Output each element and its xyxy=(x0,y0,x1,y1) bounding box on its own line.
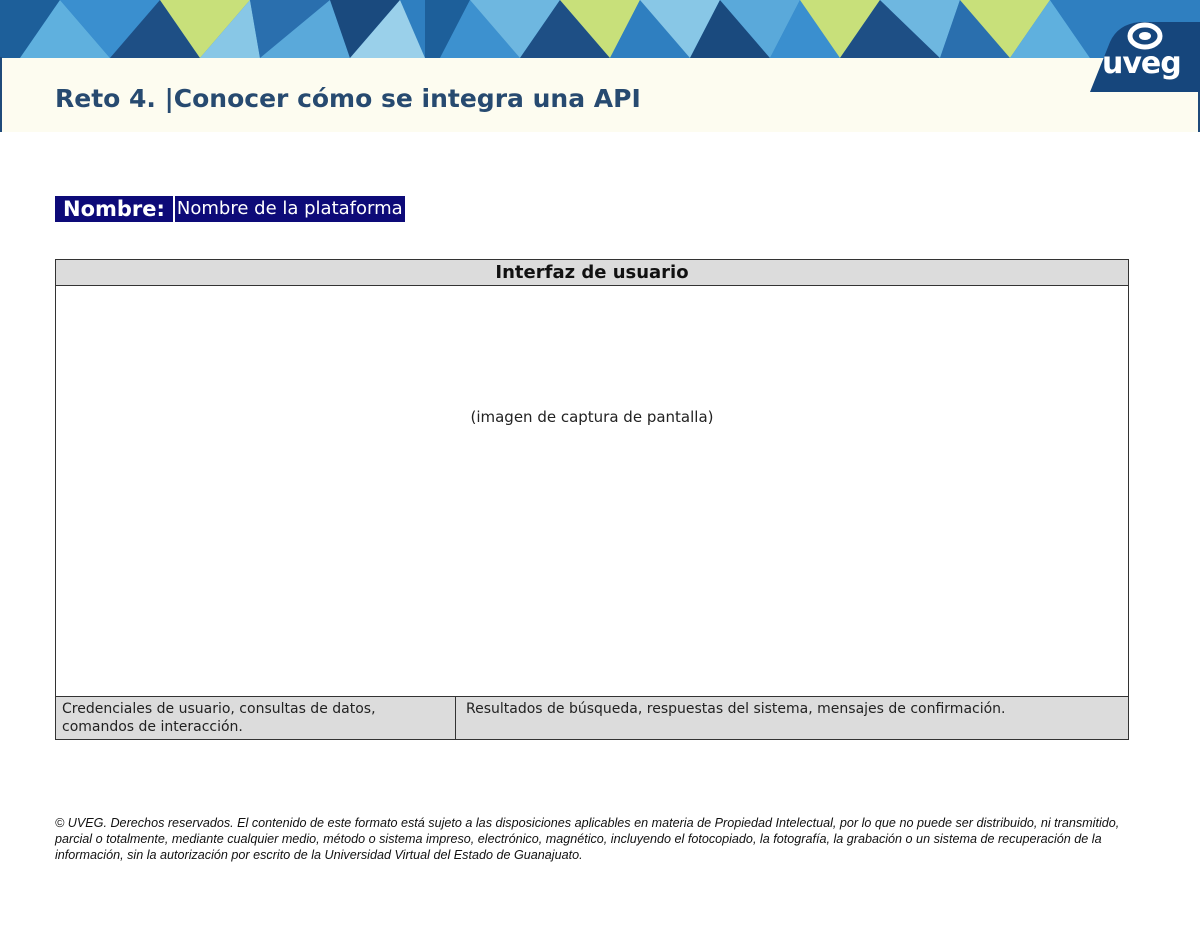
logo-wordmark: uveg xyxy=(1102,46,1182,81)
banner-left-edge xyxy=(0,57,2,132)
table-header: Interfaz de usuario xyxy=(55,259,1129,286)
outputs-cell[interactable]: Resultados de búsqueda, respuestas del s… xyxy=(455,696,1129,740)
ui-table: Interfaz de usuario (imagen de captura d… xyxy=(55,259,1129,740)
inputs-cell[interactable]: Credenciales de usuario, consultas de da… xyxy=(55,696,456,740)
banner-art xyxy=(0,0,1200,58)
header-banner: uveg Reto 4. |Conocer cómo se integra un… xyxy=(0,0,1200,132)
screenshot-cell[interactable]: (imagen de captura de pantalla) xyxy=(55,285,1129,697)
name-value[interactable]: Nombre de la plataforma xyxy=(174,196,405,222)
name-label: Nombre: xyxy=(55,196,173,222)
screenshot-placeholder: (imagen de captura de pantalla) xyxy=(470,408,714,426)
name-row: Nombre: Nombre de la plataforma xyxy=(55,196,405,222)
page-title: Reto 4. |Conocer cómo se integra una API xyxy=(55,84,641,113)
copyright-footer: © UVEG. Derechos reservados. El contenid… xyxy=(55,816,1120,862)
